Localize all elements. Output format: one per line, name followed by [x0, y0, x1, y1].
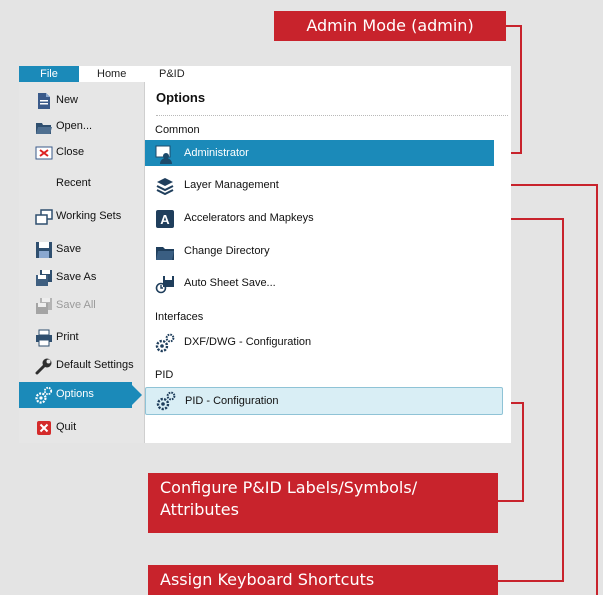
layers-icon: [156, 178, 174, 196]
administrator-icon: [155, 145, 172, 164]
save-as-icon: [36, 270, 52, 286]
connector-layer-v: [596, 184, 598, 595]
connector-admin-v: [520, 25, 522, 153]
svg-text:A: A: [160, 212, 170, 227]
menu-item-working-sets-label: Working Sets: [56, 210, 122, 222]
menu-item-close-label: Close: [56, 146, 85, 158]
save-all-icon: [36, 298, 52, 314]
gears-icon: [35, 386, 53, 404]
quit-icon: [37, 421, 51, 435]
folder-icon: [156, 247, 174, 260]
option-dxf-dwg-configuration[interactable]: DXF/DWG - Configuration: [145, 328, 508, 356]
menu-item-open[interactable]: Open...: [19, 114, 144, 140]
open-folder-icon: [36, 123, 52, 134]
menu-item-save-label: Save: [56, 243, 82, 255]
menu-item-default-settings-label: Default Settings: [56, 359, 134, 371]
section-interfaces: Interfaces: [155, 311, 204, 323]
option-dxf-dwg-configuration-label: DXF/DWG - Configuration: [184, 336, 312, 348]
working-sets-icon: [35, 209, 53, 225]
option-change-directory-label: Change Directory: [184, 245, 270, 257]
options-panel: Options Common Administrator Layer Manag…: [145, 82, 511, 443]
close-icon: [35, 146, 53, 160]
wrench-icon: [35, 358, 52, 375]
connector-pid-v: [522, 402, 524, 502]
section-pid: PID: [155, 369, 174, 381]
option-change-directory[interactable]: Change Directory: [145, 237, 508, 265]
section-common: Common: [155, 124, 200, 136]
menu-item-recent[interactable]: Recent: [19, 171, 144, 197]
menu-item-print[interactable]: Print: [19, 325, 144, 351]
callout-admin-mode: Admin Mode (admin): [274, 11, 506, 41]
option-administrator[interactable]: Administrator: [145, 140, 504, 166]
menu-item-new-label: New: [56, 94, 79, 106]
option-administrator-label: Administrator: [184, 147, 249, 159]
print-icon: [36, 329, 52, 347]
file-menu: New Open... Close Recent Working Sets Sa…: [19, 82, 145, 443]
callout-assign-keyboard: Assign Keyboard Shortcuts: [148, 565, 498, 595]
gears-icon: [156, 391, 176, 411]
option-auto-sheet-save[interactable]: Auto Sheet Save...: [145, 269, 508, 297]
menu-item-print-label: Print: [56, 331, 79, 343]
auto-save-icon: [155, 276, 174, 294]
callout-configure-pid-line1: Configure P&ID Labels/Symbols/: [160, 478, 418, 497]
menu-item-working-sets[interactable]: Working Sets: [19, 204, 144, 230]
option-pid-configuration-label: PID - Configuration: [185, 395, 279, 407]
accelerator-icon: A: [156, 210, 174, 228]
tab-pid[interactable]: P&ID: [159, 66, 185, 82]
gears-icon: [155, 333, 175, 353]
menu-item-new[interactable]: New: [19, 88, 144, 114]
connector-accel-h2: [498, 580, 564, 582]
new-document-icon: [38, 93, 50, 109]
option-layer-management[interactable]: Layer Management: [145, 171, 508, 199]
menu-item-default-settings[interactable]: Default Settings: [19, 353, 144, 379]
menu-item-options[interactable]: Options: [19, 382, 142, 408]
save-icon: [36, 242, 52, 258]
option-accelerators-mapkeys-label: Accelerators and Mapkeys: [184, 212, 314, 224]
menu-item-save-as[interactable]: Save As: [19, 265, 144, 291]
connector-pid-h2: [498, 500, 524, 502]
option-layer-management-label: Layer Management: [184, 179, 279, 191]
callout-configure-pid-line2: Attributes: [160, 500, 239, 519]
tab-file[interactable]: File: [19, 66, 79, 82]
menu-item-close[interactable]: Close: [19, 140, 144, 166]
callout-admin-mode-text: Admin Mode (admin): [306, 16, 474, 35]
menu-item-quit-label: Quit: [56, 421, 77, 433]
callout-configure-pid: Configure P&ID Labels/Symbols/ Attribute…: [148, 473, 498, 533]
option-auto-sheet-save-label: Auto Sheet Save...: [184, 277, 276, 289]
menu-item-save[interactable]: Save: [19, 237, 144, 263]
option-accelerators-mapkeys[interactable]: A Accelerators and Mapkeys: [145, 204, 508, 232]
title-divider: [156, 115, 508, 116]
connector-accel-v: [562, 218, 564, 582]
menu-item-save-all[interactable]: Save All: [19, 293, 144, 319]
menu-item-recent-label: Recent: [56, 177, 91, 189]
ribbon-tabs: File Home P&ID: [19, 66, 511, 82]
tab-home[interactable]: Home: [97, 66, 126, 82]
menu-item-options-label: Options: [56, 388, 94, 400]
callout-assign-keyboard-text: Assign Keyboard Shortcuts: [160, 570, 375, 589]
menu-item-quit[interactable]: Quit: [19, 415, 144, 441]
options-title: Options: [156, 90, 206, 105]
menu-item-save-all-label: Save All: [56, 299, 96, 311]
menu-item-open-label: Open...: [56, 120, 93, 132]
option-pid-configuration[interactable]: PID - Configuration: [145, 387, 503, 415]
menu-item-save-as-label: Save As: [56, 271, 97, 283]
application-window: File Home P&ID New Open... Close Recent: [19, 66, 511, 443]
